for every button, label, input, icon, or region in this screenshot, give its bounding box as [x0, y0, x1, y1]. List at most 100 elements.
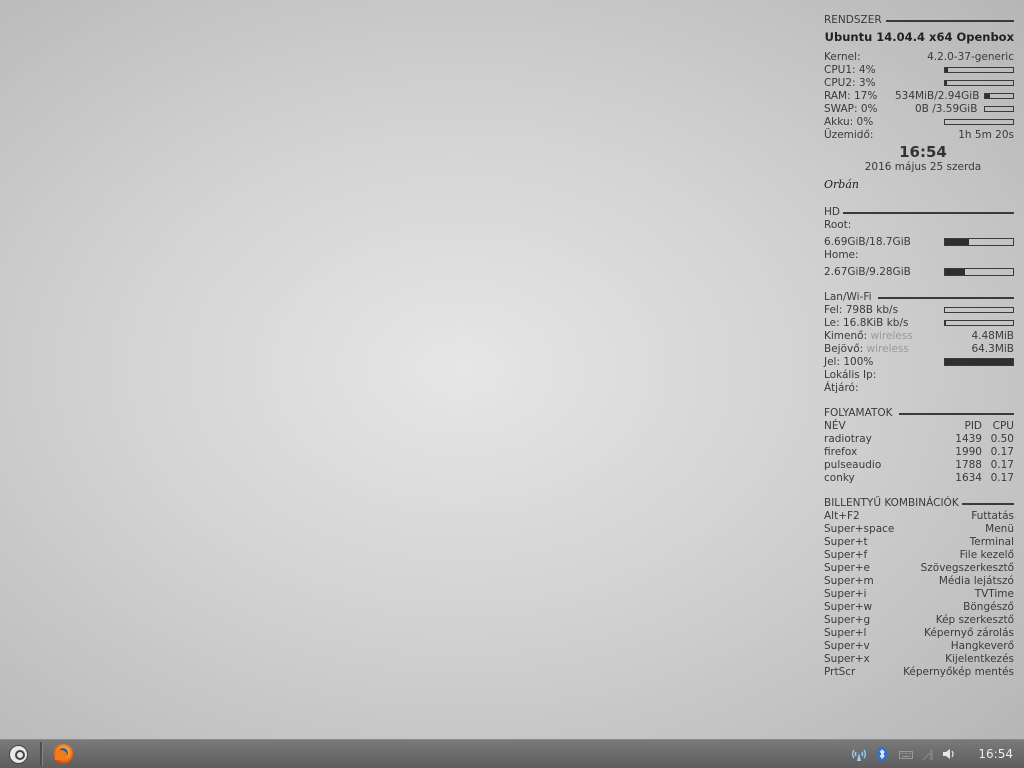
swap-label: SWAP: 0% — [824, 103, 878, 115]
cpu2-row: CPU2: 3% — [824, 77, 1014, 90]
section-divider — [962, 503, 1014, 505]
section-divider — [899, 413, 1014, 415]
shortcut-keys: Super+g — [824, 614, 871, 626]
upload-row: Fel: 798B kb/s — [824, 304, 1014, 317]
shortcut-keys: Super+i — [824, 588, 867, 600]
kernel-value: 4.2.0-37-generic — [927, 51, 1014, 63]
incoming-value: 64.3MiB — [971, 343, 1014, 355]
shortcut-row: Super+m Média lejátszó — [824, 575, 1014, 588]
battery-label: Akku: 0% — [824, 116, 874, 128]
outgoing-row: Kimenő: wireless 4.48MiB — [824, 330, 1014, 343]
section-title: RENDSZER — [824, 14, 882, 26]
bar-fill — [945, 269, 965, 275]
local-ip-label: Lokális Ip: — [824, 369, 877, 381]
shortcut-action: Menü — [985, 523, 1014, 535]
firefox-icon[interactable] — [53, 744, 73, 764]
col-name: NÉV — [824, 420, 846, 432]
local-ip-row: Lokális Ip: — [824, 369, 1014, 382]
swap-value: 0B /3.59GiB — [915, 103, 978, 115]
shortcut-keys: Super+t — [824, 536, 868, 548]
signal-label: Jel: 100% — [824, 356, 874, 368]
root-value: 6.69GiB/18.7GiB — [824, 236, 911, 248]
shortcut-action: TVTime — [974, 588, 1014, 600]
shortcut-action: File kezelő — [959, 549, 1014, 561]
uptime-row: Üzemidő: 1h 5m 20s — [824, 129, 1014, 142]
wifi-icon[interactable] — [852, 747, 866, 761]
battery-bar — [944, 119, 1014, 125]
bar-fill — [945, 239, 970, 245]
taskbar-clock[interactable]: 16:54 — [978, 746, 1013, 762]
shortcut-action: Kép szerkesztő — [935, 614, 1014, 626]
bar-fill — [945, 321, 947, 325]
uptime-value: 1h 5m 20s — [958, 129, 1014, 141]
root-usage-row: 6.69GiB/18.7GiB — [824, 236, 1014, 249]
uptime-label: Üzemidő: — [824, 129, 874, 141]
section-title: Lan/Wi-Fi — [824, 291, 872, 303]
upload-bar — [944, 307, 1014, 313]
section-header-network: Lan/Wi-Fi — [824, 290, 1014, 304]
signal-row: Jel: 100% — [824, 356, 1014, 369]
shortcut-row: Super+i TVTime — [824, 588, 1014, 601]
root-label-row: Root: — [824, 219, 1014, 232]
home-label-row: Home: — [824, 249, 1014, 262]
section-title: HD — [824, 206, 840, 218]
process-pid: 1634 — [955, 472, 982, 484]
process-pid: 1990 — [955, 446, 982, 458]
home-usage-row: 2.67GiB/9.28GiB — [824, 266, 1014, 279]
shortcut-action: Szövegszerkesztő — [920, 562, 1014, 574]
col-pid: PID — [964, 420, 982, 432]
shortcut-keys: Super+m — [824, 575, 874, 587]
battery-row: Akku: 0% — [824, 116, 1014, 129]
shortcut-keys: Super+f — [824, 549, 868, 561]
incoming-label: Bejövő: — [824, 343, 864, 355]
shortcut-keys: Super+l — [824, 627, 867, 639]
gateway-label: Átjáró: — [824, 382, 859, 394]
outgoing-iface: wireless — [870, 330, 913, 342]
signature: Orbán — [824, 178, 859, 191]
shortcut-row: Super+x Kijelentkezés — [824, 653, 1014, 666]
shortcut-action: Kijelentkezés — [945, 653, 1014, 665]
ram-value: 534MiB/2.94GiB — [895, 90, 980, 102]
cpu1-bar — [944, 67, 1014, 73]
volume-icon[interactable] — [942, 747, 956, 761]
home-value: 2.67GiB/9.28GiB — [824, 266, 911, 278]
swap-row: SWAP: 0% 0B /3.59GiB — [824, 103, 1014, 116]
section-divider — [843, 212, 1014, 214]
taskbar: 16:54 — [0, 739, 1024, 768]
conky-clock: 16:54 — [899, 143, 947, 161]
shortcut-action: Böngésző — [963, 601, 1014, 613]
shortcut-keys: PrtScr — [824, 666, 856, 678]
process-name: pulseaudio — [824, 459, 882, 471]
process-header-row: NÉV PID CPU — [824, 420, 1014, 433]
bar-fill — [945, 68, 948, 72]
process-name: conky — [824, 472, 855, 484]
shortcut-action: Média lejátszó — [938, 575, 1014, 587]
process-cpu: 0.17 — [990, 472, 1014, 484]
start-menu-icon[interactable] — [9, 745, 28, 764]
download-label: Le: 16.8KiB kb/s — [824, 317, 909, 329]
keyboard-icon[interactable] — [899, 747, 913, 761]
bar-fill — [985, 94, 990, 98]
network-icon[interactable] — [922, 747, 934, 761]
section-header-shortcuts: BILLENTYŰ KOMBINÁCIÓK — [824, 496, 1014, 510]
cpu2-bar — [944, 80, 1014, 86]
swap-bar — [984, 106, 1014, 112]
outgoing-label: Kimenő: — [824, 330, 868, 342]
shortcut-keys: Super+w — [824, 601, 873, 613]
shortcut-action: Futtatás — [971, 510, 1014, 522]
outgoing-value: 4.48MiB — [971, 330, 1014, 342]
shortcut-keys: Super+x — [824, 653, 870, 665]
shortcut-row: Super+g Kép szerkesztő — [824, 614, 1014, 627]
shortcut-row: Super+f File kezelő — [824, 549, 1014, 562]
process-cpu: 0.17 — [990, 446, 1014, 458]
bluetooth-icon[interactable] — [877, 747, 887, 761]
shortcut-action: Képernyőkép mentés — [903, 666, 1014, 678]
bar-fill — [945, 81, 948, 85]
kernel-row: Kernel: 4.2.0-37-generic — [824, 51, 1014, 64]
process-row: radiotray 1439 0.50 — [824, 433, 1014, 446]
gateway-row: Átjáró: — [824, 382, 1014, 395]
shortcut-action: Képernyő zárolás — [924, 627, 1014, 639]
process-row: pulseaudio 1788 0.17 — [824, 459, 1014, 472]
section-divider — [878, 297, 1014, 299]
shortcut-row: Super+e Szövegszerkesztő — [824, 562, 1014, 575]
